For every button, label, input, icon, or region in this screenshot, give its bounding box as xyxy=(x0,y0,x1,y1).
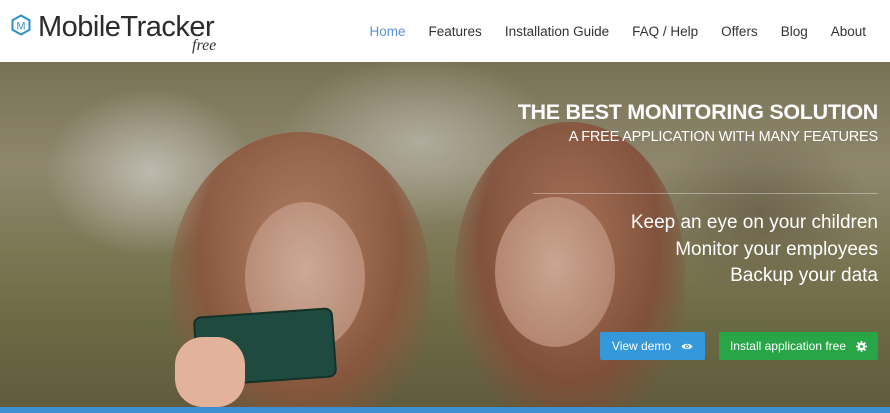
hero-feature-item: Backup your data xyxy=(730,265,878,286)
nav-item-faq-help[interactable]: FAQ / Help xyxy=(632,24,698,39)
nav-item-installation-guide[interactable]: Installation Guide xyxy=(505,24,609,39)
main-nav: Home Features Installation Guide FAQ / H… xyxy=(347,0,866,62)
hero-photo-hand xyxy=(175,337,245,407)
logo-badge-letter: M xyxy=(16,21,25,33)
view-demo-button[interactable]: View demo xyxy=(600,332,705,360)
install-application-button[interactable]: Install application free xyxy=(719,332,878,360)
nav-item-features[interactable]: Features xyxy=(429,24,482,39)
hero-banner: THE BEST MONITORING SOLUTION A FREE APPL… xyxy=(0,62,890,409)
brand-title: MobileTracker xyxy=(38,11,215,43)
install-application-label: Install application free xyxy=(729,339,847,353)
logo-badge-icon: M xyxy=(11,14,31,36)
top-navbar: M MobileTracker free Home Features Insta… xyxy=(0,0,890,62)
nav-item-home[interactable]: Home xyxy=(370,24,406,39)
eye-icon xyxy=(681,342,693,351)
page-bottom-accent-bar xyxy=(0,407,890,413)
hero-title: THE BEST MONITORING SOLUTION xyxy=(517,100,879,124)
hero-photo-face-right xyxy=(495,197,615,347)
hero-divider xyxy=(533,193,878,194)
nav-item-offers[interactable]: Offers xyxy=(721,24,758,39)
hero-feature-item: Monitor your employees xyxy=(675,238,878,260)
view-demo-label: View demo xyxy=(611,339,672,353)
gear-icon xyxy=(856,340,868,352)
nav-item-blog[interactable]: Blog xyxy=(781,24,808,39)
hero-feature-item: Keep an eye on your children xyxy=(630,212,878,233)
brand-subtitle: free xyxy=(192,37,217,54)
hero-feature-list: Keep an eye on your children Monitor you… xyxy=(631,210,878,290)
nav-item-about[interactable]: About xyxy=(831,24,866,39)
hero-heading: THE BEST MONITORING SOLUTION A FREE APPL… xyxy=(517,98,879,145)
hero-subtitle: A FREE APPLICATION WITH MANY FEATURES xyxy=(568,129,878,145)
